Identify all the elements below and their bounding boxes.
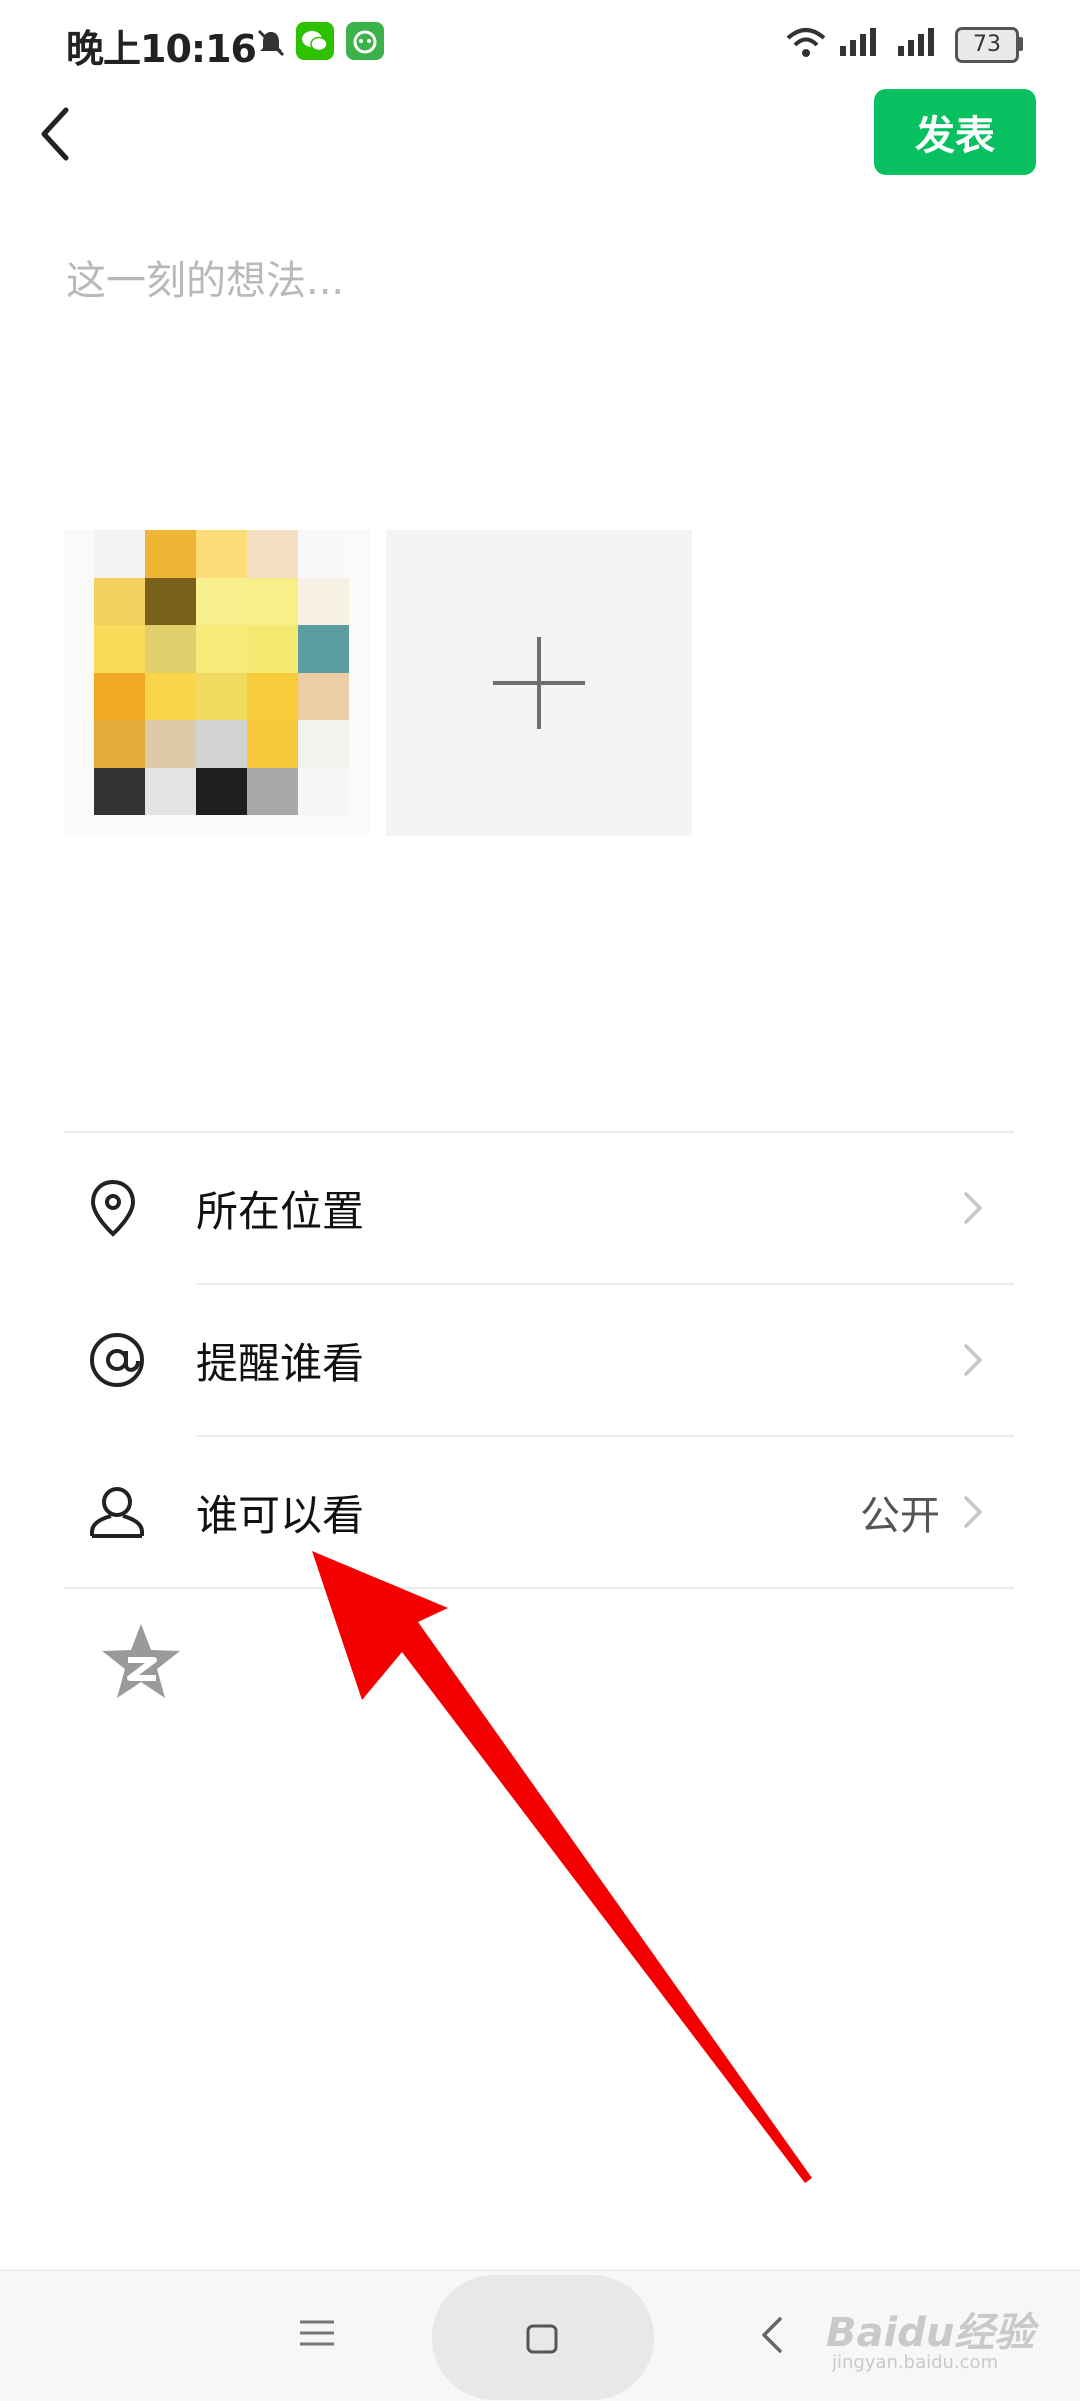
watermark-logo: Baidu经验: [826, 2310, 1035, 2356]
signal-icon: [840, 28, 876, 56]
status-time: 晚上10:16: [66, 27, 257, 71]
pixelated-image: [94, 530, 349, 815]
chevron-right-icon: [964, 1192, 982, 1224]
person-icon: [64, 1437, 174, 1587]
visibility-value: 公开: [860, 1493, 940, 1539]
home-icon[interactable]: [525, 2324, 559, 2354]
battery-indicator: 73: [955, 27, 1019, 63]
signal-icon: [898, 28, 934, 56]
back-icon[interactable]: [758, 2315, 784, 2355]
photo-thumbnail[interactable]: [64, 530, 370, 836]
option-mention[interactable]: 提醒谁看: [64, 1285, 1014, 1435]
wifi-icon: [786, 28, 826, 57]
option-visibility[interactable]: 谁可以看 公开: [64, 1437, 1014, 1587]
option-label: 谁可以看: [196, 1490, 365, 1540]
divider: [64, 1587, 1014, 1589]
plus-icon: [493, 637, 585, 729]
option-label: 所在位置: [196, 1186, 365, 1236]
post-text-input[interactable]: [64, 240, 1018, 322]
at-sign-icon: [64, 1285, 174, 1435]
watermark-url: jingyan.baidu.com: [832, 2352, 999, 2373]
battery-tip: [1018, 37, 1023, 51]
qzone-star-icon[interactable]: [100, 1622, 182, 1700]
menu-icon[interactable]: [298, 2318, 336, 2348]
mute-bell-icon: [257, 29, 285, 57]
app-icon: [346, 22, 384, 60]
option-location[interactable]: 所在位置: [64, 1133, 1014, 1283]
chevron-right-icon: [964, 1344, 982, 1376]
chevron-right-icon: [964, 1496, 982, 1528]
chevron-left-icon[interactable]: [36, 104, 76, 164]
wechat-icon: [296, 22, 334, 60]
location-pin-icon: [64, 1133, 174, 1283]
publish-button[interactable]: 发表: [874, 89, 1036, 175]
option-label: 提醒谁看: [196, 1338, 365, 1388]
add-photo-button[interactable]: [386, 530, 692, 836]
